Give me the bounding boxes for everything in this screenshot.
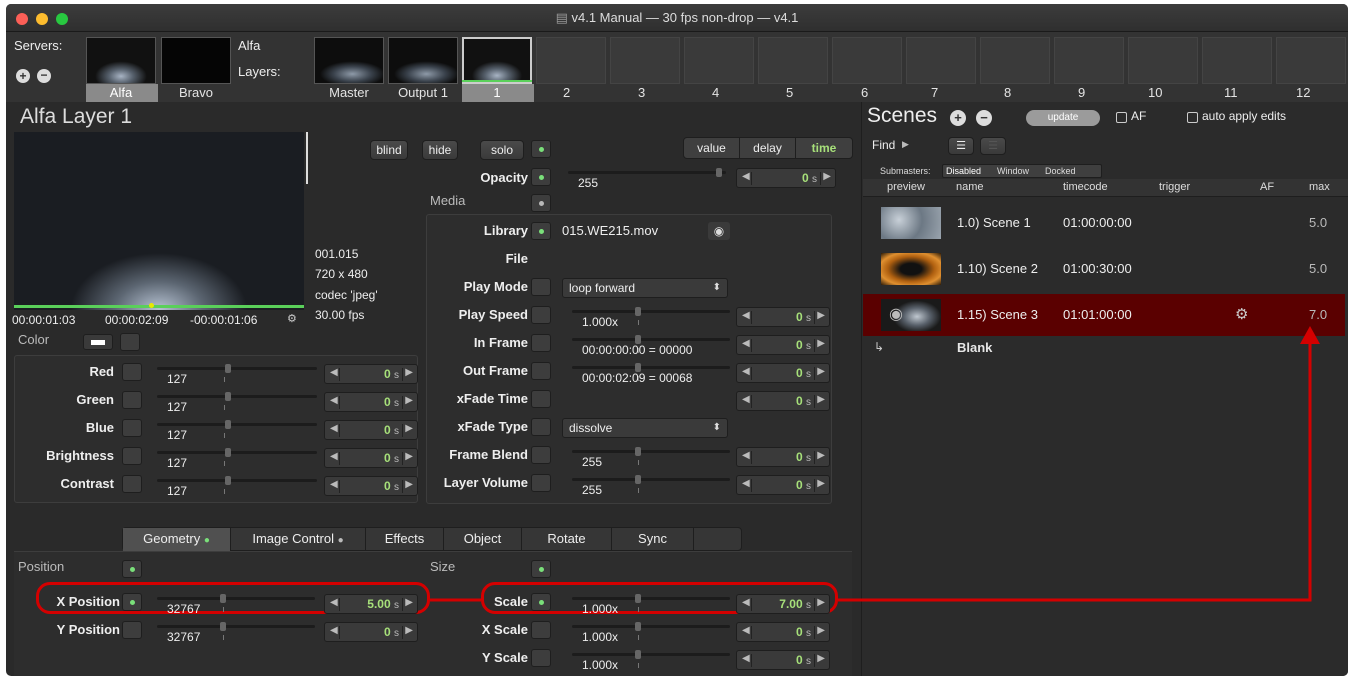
play-speed-indicator[interactable] (531, 306, 551, 324)
color-green-label: Green (76, 392, 114, 407)
play-mode-dropdown[interactable]: loop forward ⬍ (562, 278, 728, 298)
color-green-indicator[interactable] (122, 391, 142, 409)
xfade-type-indicator[interactable] (531, 418, 551, 436)
color-red-slider[interactable]: 127 (157, 363, 317, 386)
app-window: ▤ v4.1 Manual — 30 fps non-drop — v4.1 S… (6, 4, 1348, 676)
layer-volume-fade-time[interactable]: ◀ 0 s ▶ (736, 475, 830, 495)
play-mode-label: Play Mode (463, 279, 528, 294)
in-frame-fade-time[interactable]: ◀ 0 s ▶ (736, 335, 830, 355)
y-position-indicator[interactable] (122, 621, 142, 639)
frame-blend-label: Frame Blend (449, 447, 528, 462)
color-contrast-indicator[interactable] (122, 475, 142, 493)
color-red-fade-time[interactable]: ◀ 0 s ▶ (324, 364, 418, 384)
color-blue-label: Blue (85, 420, 114, 435)
file-label: File (505, 251, 528, 266)
scale-fade-time[interactable]: ◀ 7.00 s ▶ (736, 594, 830, 614)
frame-blend-fade-time[interactable]: ◀ 0 s ▶ (736, 447, 830, 467)
play-speed-label: Play Speed (458, 307, 528, 322)
in-frame-indicator[interactable] (531, 334, 551, 352)
y-scale-fade-time[interactable]: ◀ 0 s ▶ (736, 650, 830, 670)
xfade-time-fade-time[interactable]: ◀ 0 s ▶ (736, 391, 830, 411)
xfade-type-label: xFade Type (457, 419, 528, 434)
out-frame-indicator[interactable] (531, 362, 551, 380)
color-green-fade-time[interactable]: ◀ 0 s ▶ (324, 392, 418, 412)
play-speed-fade-time[interactable]: ◀ 0 s ▶ (736, 307, 830, 327)
color-green-slider[interactable]: 127 (157, 391, 317, 414)
x-scale-indicator[interactable] (531, 621, 551, 639)
xfade-time-indicator[interactable] (531, 390, 551, 408)
library-value: 015.WE215.mov (562, 223, 659, 238)
scale-indicator[interactable] (531, 593, 551, 611)
y-scale-indicator[interactable] (531, 649, 551, 667)
xfade-time-label: xFade Time (456, 391, 528, 406)
color-red-indicator[interactable] (122, 363, 142, 381)
color-brightness-slider[interactable]: 127 (157, 447, 317, 470)
play-speed-slider[interactable]: 1.000x (572, 306, 730, 329)
y-position-slider[interactable]: 32767 (157, 621, 315, 644)
scale-slider[interactable]: 1.000x (572, 593, 730, 616)
in-frame-slider[interactable]: 00:00:00:00 = 00000 (572, 334, 730, 357)
color-blue-fade-time[interactable]: ◀ 0 s ▶ (324, 420, 418, 440)
color-blue-indicator[interactable] (122, 419, 142, 437)
x-scale-label: X Scale (481, 622, 528, 637)
library-indicator[interactable] (531, 222, 551, 240)
x-position-label: X Position (56, 594, 120, 609)
preview-eye-icon[interactable]: ◉ (708, 222, 730, 240)
color-brightness-fade-time[interactable]: ◀ 0 s ▶ (324, 448, 418, 468)
x-scale-fade-time[interactable]: ◀ 0 s ▶ (736, 622, 830, 642)
frame-blend-slider[interactable]: 255 (572, 446, 730, 469)
y-scale-label: Y Scale (481, 650, 528, 665)
layer-volume-label: Layer Volume (443, 475, 528, 490)
in-frame-label: In Frame (473, 335, 528, 350)
color-blue-slider[interactable]: 127 (157, 419, 317, 442)
color-contrast-slider[interactable]: 127 (157, 475, 317, 498)
color-brightness-indicator[interactable] (122, 447, 142, 465)
x-position-slider[interactable]: 32767 (157, 593, 315, 616)
library-label: Library (483, 223, 528, 238)
y-position-fade-time[interactable]: ◀ 0 s ▶ (324, 622, 418, 642)
x-scale-slider[interactable]: 1.000x (572, 621, 730, 644)
out-frame-fade-time[interactable]: ◀ 0 s ▶ (736, 363, 830, 383)
frame-blend-indicator[interactable] (531, 446, 551, 464)
color-red-label: Red (89, 364, 114, 379)
xfade-type-dropdown[interactable]: dissolve ⬍ (562, 418, 728, 438)
color-contrast-label: Contrast (60, 476, 114, 491)
y-position-label: Y Position (56, 622, 120, 637)
x-position-indicator[interactable] (122, 593, 142, 611)
play-mode-indicator[interactable] (531, 278, 551, 296)
out-frame-slider[interactable]: 00:00:02:09 = 00068 (572, 362, 730, 385)
color-brightness-label: Brightness (46, 448, 114, 463)
layer-volume-slider[interactable]: 255 (572, 474, 730, 497)
out-frame-label: Out Frame (462, 363, 528, 378)
scale-label: Scale (494, 594, 528, 609)
color-contrast-fade-time[interactable]: ◀ 0 s ▶ (324, 476, 418, 496)
x-position-fade-time[interactable]: ◀ 5.00 s ▶ (324, 594, 418, 614)
y-scale-slider[interactable]: 1.000x (572, 649, 730, 672)
layer-volume-indicator[interactable] (531, 474, 551, 492)
